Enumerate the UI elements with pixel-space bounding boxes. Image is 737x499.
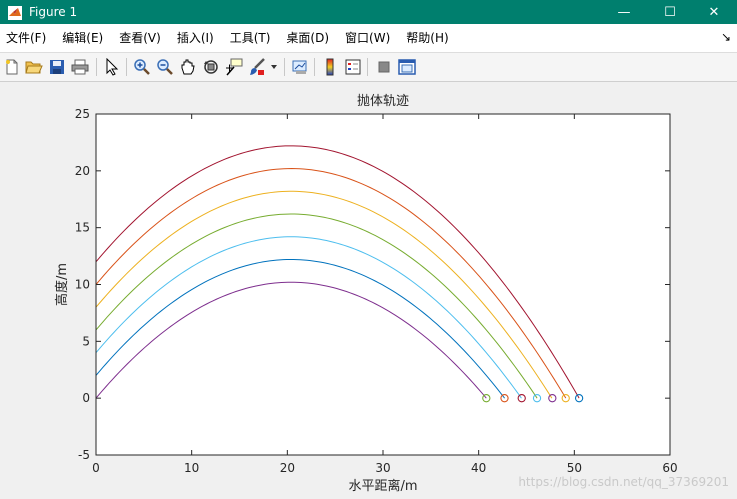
chart-title: 抛体轨迹 xyxy=(357,94,409,109)
x-tick-label: 30 xyxy=(375,461,390,475)
x-tick-label: 60 xyxy=(662,461,677,475)
figure-canvas: 0 10 20 30 40 50 60 -5 0 5 10 15 20 25 抛体轨迹 水平距离/m 高度… xyxy=(0,82,737,499)
menu-tools[interactable]: 工具(T) xyxy=(222,24,279,52)
toolbar-separator xyxy=(367,58,368,76)
menu-file[interactable]: 文件(F) xyxy=(0,24,54,52)
x-tick-label: 10 xyxy=(184,461,199,475)
toolbar-separator xyxy=(96,58,97,76)
pan-icon[interactable] xyxy=(178,57,198,77)
y-tick-label: 10 xyxy=(75,278,90,292)
brush-dropdown-icon[interactable] xyxy=(268,57,280,77)
trajectory-plot[interactable]: 0 10 20 30 40 50 60-50510152025 抛体轨迹 水平距离/m 高度… xyxy=(0,82,737,499)
print-icon[interactable] xyxy=(70,57,90,77)
y-axis-label: 高度/m xyxy=(54,263,70,306)
data-cursor-icon[interactable] xyxy=(224,57,244,77)
menu-overflow-icon[interactable]: ↘ xyxy=(721,30,731,44)
toolbar-separator xyxy=(126,58,127,76)
menu-desktop[interactable]: 桌面(D) xyxy=(278,24,337,52)
open-file-icon[interactable] xyxy=(24,57,44,77)
zoom-out-icon[interactable] xyxy=(155,57,175,77)
y-tick-label: 25 xyxy=(75,107,90,121)
y-tick-label: 15 xyxy=(75,221,90,235)
figure-toolbar xyxy=(0,52,737,82)
y-tick-label: 0 xyxy=(82,391,90,405)
maximize-button[interactable]: ☐ xyxy=(647,0,693,24)
menu-window[interactable]: 窗口(W) xyxy=(337,24,398,52)
x-tick-label: 40 xyxy=(471,461,486,475)
menu-help[interactable]: 帮助(H) xyxy=(398,24,456,52)
menu-view[interactable]: 查看(V) xyxy=(111,24,169,52)
brush-icon[interactable] xyxy=(247,57,267,77)
axes-background xyxy=(96,114,670,455)
y-tick-label: 5 xyxy=(82,334,90,348)
watermark: https://blog.csdn.net/qq_37369201 xyxy=(518,475,729,489)
rotate-3d-icon[interactable] xyxy=(201,57,221,77)
x-axis-label: 水平距离/m xyxy=(348,478,417,494)
menu-edit[interactable]: 编辑(E) xyxy=(54,24,111,52)
toolbar-separator xyxy=(314,58,315,76)
matlab-logo-icon xyxy=(8,5,22,20)
minimize-button[interactable]: — xyxy=(601,0,647,24)
hide-plot-tools-icon[interactable] xyxy=(374,57,394,77)
zoom-in-icon[interactable] xyxy=(132,57,152,77)
colorbar-icon[interactable] xyxy=(320,57,340,77)
legend-icon[interactable] xyxy=(343,57,363,77)
title-bar: Figure 1 — ☐ ✕ xyxy=(0,0,737,24)
show-plot-tools-icon[interactable] xyxy=(397,57,417,77)
link-plot-icon[interactable] xyxy=(290,57,310,77)
new-figure-icon[interactable] xyxy=(2,57,22,77)
y-tick-label: 20 xyxy=(75,164,90,178)
x-tick-label: 0 xyxy=(92,461,100,475)
y-tick-label: -5 xyxy=(78,448,90,462)
pointer-icon[interactable] xyxy=(102,57,122,77)
menu-bar: 文件(F) 编辑(E) 查看(V) 插入(I) 工具(T) 桌面(D) 窗口(W… xyxy=(0,24,737,52)
save-icon[interactable] xyxy=(47,57,67,77)
close-button[interactable]: ✕ xyxy=(691,0,737,24)
x-tick-label: 50 xyxy=(567,461,582,475)
toolbar-separator xyxy=(284,58,285,76)
window-title: Figure 1 xyxy=(29,5,78,19)
x-tick-label: 20 xyxy=(280,461,295,475)
menu-insert[interactable]: 插入(I) xyxy=(169,24,222,52)
